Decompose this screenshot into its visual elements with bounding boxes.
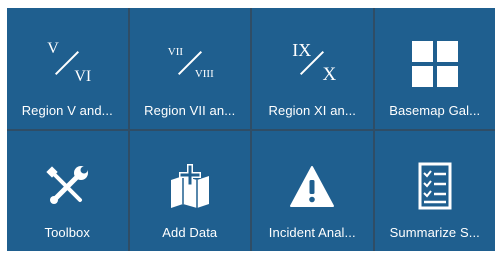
icon-denominator: VI: [74, 68, 92, 85]
tile-label: Add Data: [162, 225, 218, 240]
tile-region-v-vi[interactable]: V VI Region V and...: [7, 8, 128, 129]
tile-label: Region XI an...: [268, 102, 356, 118]
tile-label: Incident Anal...: [268, 225, 356, 240]
icon-denominator: X: [322, 64, 337, 85]
tile-basemap-gallery[interactable]: Basemap Gal...: [374, 8, 495, 129]
widget-tile-grid: V VI Region V and... VII VIII Region VII…: [7, 8, 495, 251]
grid-icon: [409, 38, 461, 90]
tile-incident-analysis[interactable]: Incident Anal...: [252, 130, 373, 251]
tile-label: Basemap Gal...: [389, 102, 481, 118]
tile-region-vii-viii[interactable]: VII VIII Region VII an...: [129, 8, 250, 129]
checklist-icon: [409, 161, 461, 213]
icon-numerator: VII: [167, 46, 184, 58]
tile-label: Region VII an...: [144, 102, 236, 118]
tile-add-data[interactable]: Add Data: [129, 130, 250, 251]
fraction-vii-viii-icon: VII VIII: [164, 38, 216, 90]
tile-region-ix-x[interactable]: IX X Region XI an...: [252, 8, 373, 129]
tile-summarize[interactable]: Summarize S...: [374, 130, 495, 251]
fraction-ix-x-icon: IX X: [286, 38, 338, 90]
widget-panel: V VI Region V and... VII VIII Region VII…: [7, 8, 495, 251]
tile-label: Toolbox: [44, 225, 90, 240]
icon-numerator: IX: [292, 40, 312, 60]
warning-icon: [286, 161, 338, 213]
wrench-screwdriver-icon: [41, 161, 93, 213]
tile-label: Summarize S...: [389, 225, 480, 240]
tile-toolbox[interactable]: Toolbox: [7, 130, 128, 251]
icon-denominator: VIII: [194, 68, 214, 80]
fraction-v-vi-icon: V VI: [41, 38, 93, 90]
icon-numerator: V: [47, 40, 59, 57]
add-data-map-icon: [164, 161, 216, 213]
tile-label: Region V and...: [21, 102, 113, 118]
